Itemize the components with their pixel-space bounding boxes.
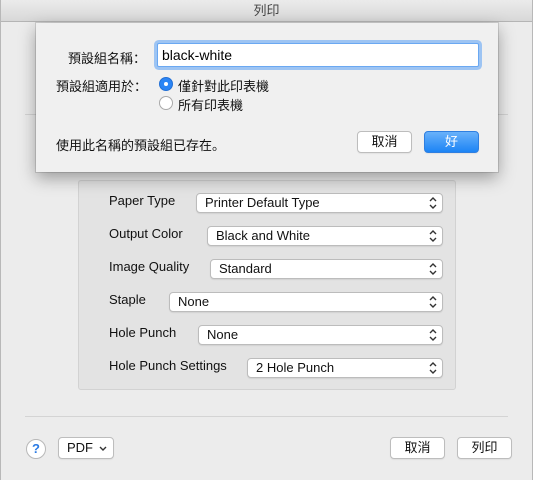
image-quality-value: Standard	[219, 261, 272, 276]
cancel-button[interactable]: 取消	[390, 437, 445, 459]
output-color-value: Black and White	[216, 228, 310, 243]
radio-this-printer-label[interactable]: 僅針對此印表機	[178, 76, 269, 95]
staple-value: None	[178, 294, 210, 309]
updown-arrows-icon	[429, 263, 437, 275]
sheet-cancel-button[interactable]: 取消	[357, 131, 412, 153]
pdf-label: PDF	[67, 440, 93, 455]
preset-exists-message: 使用此名稱的預設組已存在。	[56, 138, 226, 153]
image-quality-label: Image Quality	[109, 259, 190, 274]
hole-punch-settings-value: 2 Hole Punch	[256, 360, 335, 375]
output-color-label: Output Color	[109, 226, 183, 241]
preset-name-label: 預設組名稱：	[68, 51, 147, 66]
sheet-ok-button[interactable]: 好	[424, 131, 479, 153]
save-preset-sheet: 預設組名稱： black-white 預設組適用於： 僅針對此印表機 所有印表機…	[36, 23, 498, 172]
divider	[25, 416, 508, 417]
hole-punch-settings-popup[interactable]: 2 Hole Punch	[247, 358, 443, 378]
updown-arrows-icon	[429, 362, 437, 374]
radio-this-printer[interactable]	[159, 77, 173, 91]
hole-punch-value: None	[207, 327, 239, 342]
window-title: 列印	[1, 0, 532, 22]
preset-scope-label: 預設組適用於：	[56, 79, 148, 94]
hole-punch-settings-label: Hole Punch Settings	[109, 358, 227, 373]
updown-arrows-icon	[429, 197, 437, 209]
chevron-down-icon	[99, 446, 107, 451]
staple-label: Staple	[109, 292, 146, 307]
image-quality-popup[interactable]: Standard	[210, 259, 443, 279]
updown-arrows-icon	[429, 296, 437, 308]
printer-options-panel: Paper Type Printer Default Type Output C…	[78, 180, 456, 390]
staple-popup[interactable]: None	[169, 292, 443, 312]
updown-arrows-icon	[429, 329, 437, 341]
radio-all-printers-label[interactable]: 所有印表機	[178, 95, 243, 114]
pdf-menu-button[interactable]: PDF	[58, 437, 114, 459]
radio-all-printers[interactable]	[159, 96, 173, 110]
updown-arrows-icon	[429, 230, 437, 242]
hole-punch-popup[interactable]: None	[198, 325, 443, 345]
paper-type-value: Printer Default Type	[205, 195, 320, 210]
output-color-popup[interactable]: Black and White	[207, 226, 443, 246]
preset-name-input[interactable]: black-white	[157, 43, 479, 67]
paper-type-label: Paper Type	[109, 193, 176, 208]
hole-punch-label: Hole Punch	[109, 325, 177, 340]
paper-type-popup[interactable]: Printer Default Type	[196, 193, 443, 213]
print-button[interactable]: 列印	[457, 437, 512, 459]
help-button[interactable]: ?	[26, 439, 46, 459]
preset-name-value: black-white	[162, 47, 233, 63]
